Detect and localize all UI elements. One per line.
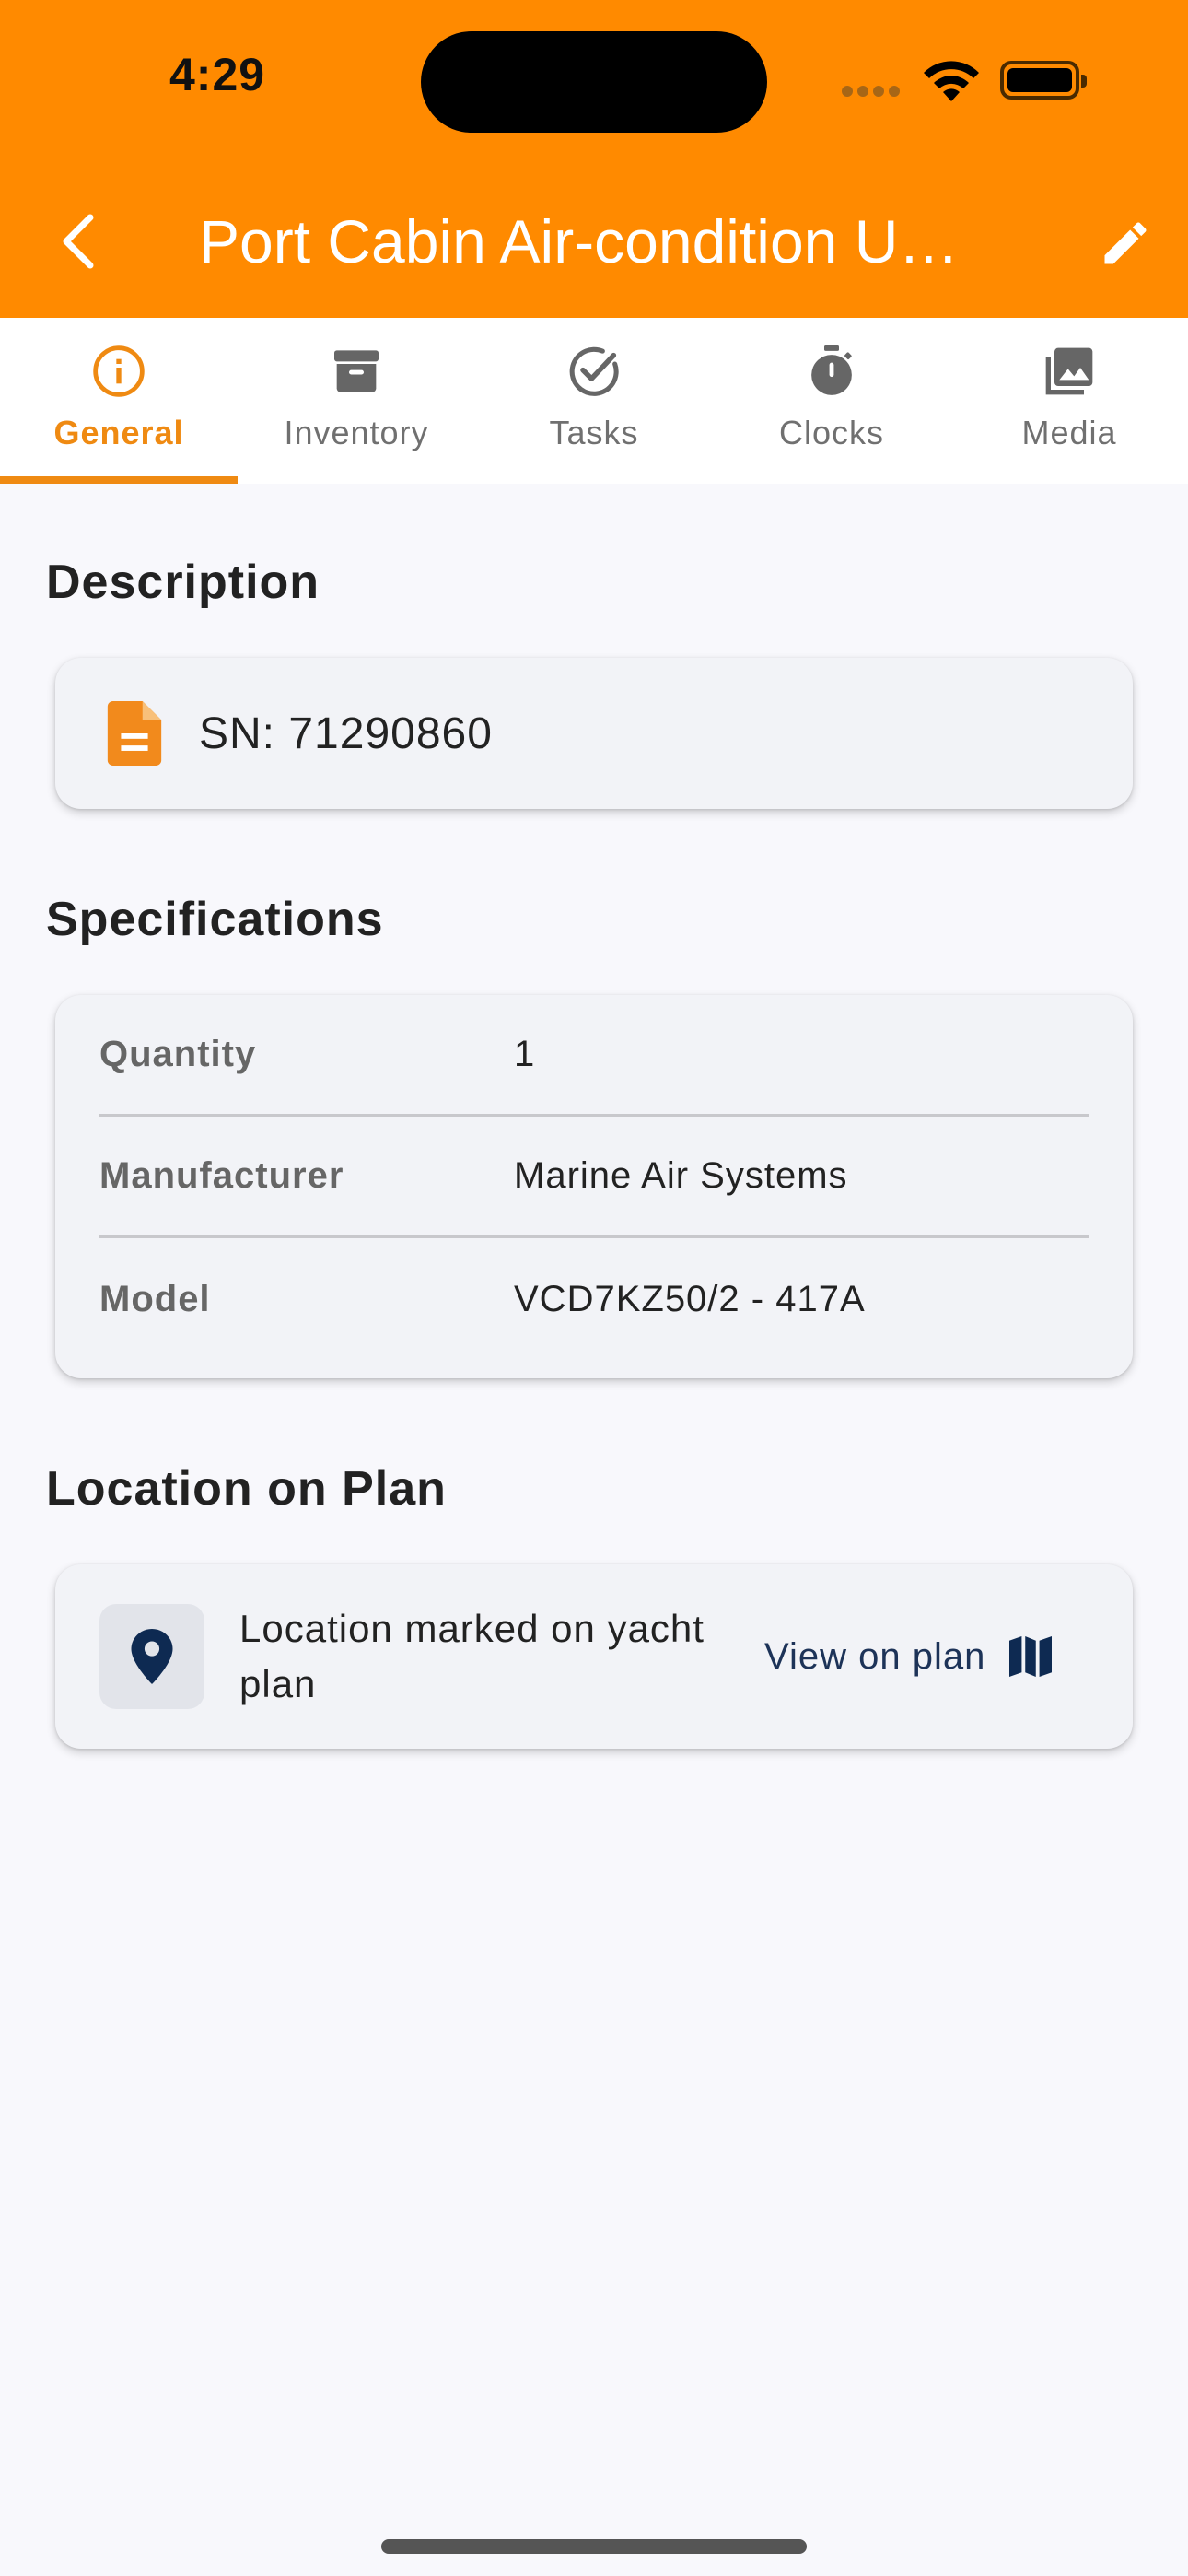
view-on-plan-label: View on plan — [764, 1635, 986, 1677]
battery-icon — [1000, 61, 1087, 100]
tab-clocks[interactable]: Clocks — [713, 318, 950, 484]
chevron-left-icon — [63, 214, 94, 269]
spec-row-model: Model VCD7KZ50/2 - 417A — [99, 1238, 1089, 1360]
archive-box-icon — [334, 350, 379, 392]
app-header: 4:29 Port Cabin Air-condition U… — [0, 0, 1188, 318]
tab-media[interactable]: Media — [950, 318, 1188, 484]
tab-label: Clocks — [778, 414, 885, 451]
description-card: SN: 71290860 — [55, 658, 1133, 809]
spec-value: Marine Air Systems — [514, 1155, 848, 1196]
home-indicator[interactable] — [381, 2539, 807, 2554]
screen: 4:29 Port Cabin Air-condition U… General… — [0, 0, 1188, 2576]
tab-bar: General Inventory Tasks Clocks Media — [0, 318, 1188, 484]
spec-value: 1 — [514, 1034, 536, 1074]
check-circle-icon — [569, 346, 619, 396]
tab-inventory[interactable]: Inventory — [238, 318, 475, 484]
map-icon — [1009, 1635, 1053, 1678]
info-circle-icon — [93, 345, 145, 397]
dynamic-island — [421, 31, 767, 133]
edit-button[interactable] — [1090, 208, 1160, 278]
tab-label: Tasks — [549, 414, 639, 451]
specifications-heading: Specifications — [46, 893, 384, 946]
description-heading: Description — [46, 556, 320, 609]
spec-label: Model — [99, 1278, 211, 1319]
tab-label: Media — [1021, 414, 1117, 451]
status-time: 4:29 — [169, 49, 266, 100]
wifi-icon — [924, 61, 979, 101]
back-button[interactable] — [48, 203, 107, 280]
tab-label: Inventory — [284, 414, 429, 451]
tab-label: General — [53, 414, 184, 451]
map-pin-icon — [131, 1629, 173, 1684]
location-card: Location marked on yacht plan View on pl… — [55, 1564, 1133, 1749]
location-description: Location marked on yacht plan — [239, 1607, 705, 1705]
view-on-plan-button[interactable]: View on plan — [764, 1635, 1054, 1678]
location-heading: Location on Plan — [46, 1462, 447, 1516]
image-gallery-icon — [1045, 347, 1093, 395]
location-pin-badge — [99, 1604, 204, 1709]
cellular-signal-icon — [842, 85, 904, 101]
spec-label: Manufacturer — [99, 1155, 344, 1196]
tab-general[interactable]: General — [0, 318, 238, 484]
spec-label: Quantity — [99, 1034, 257, 1074]
spec-value: VCD7KZ50/2 - 417A — [514, 1278, 866, 1319]
serial-number: SN: 71290860 — [199, 708, 493, 758]
spec-row-quantity: Quantity 1 — [99, 995, 1089, 1117]
pencil-icon — [1104, 222, 1147, 264]
page-title: Port Cabin Air-condition U… — [199, 207, 960, 275]
document-icon — [107, 701, 162, 766]
stopwatch-icon — [811, 345, 852, 395]
tab-tasks[interactable]: Tasks — [475, 318, 713, 484]
spec-row-manufacturer: Manufacturer Marine Air Systems — [99, 1117, 1089, 1238]
specifications-card: Quantity 1 Manufacturer Marine Air Syste… — [55, 995, 1133, 1378]
